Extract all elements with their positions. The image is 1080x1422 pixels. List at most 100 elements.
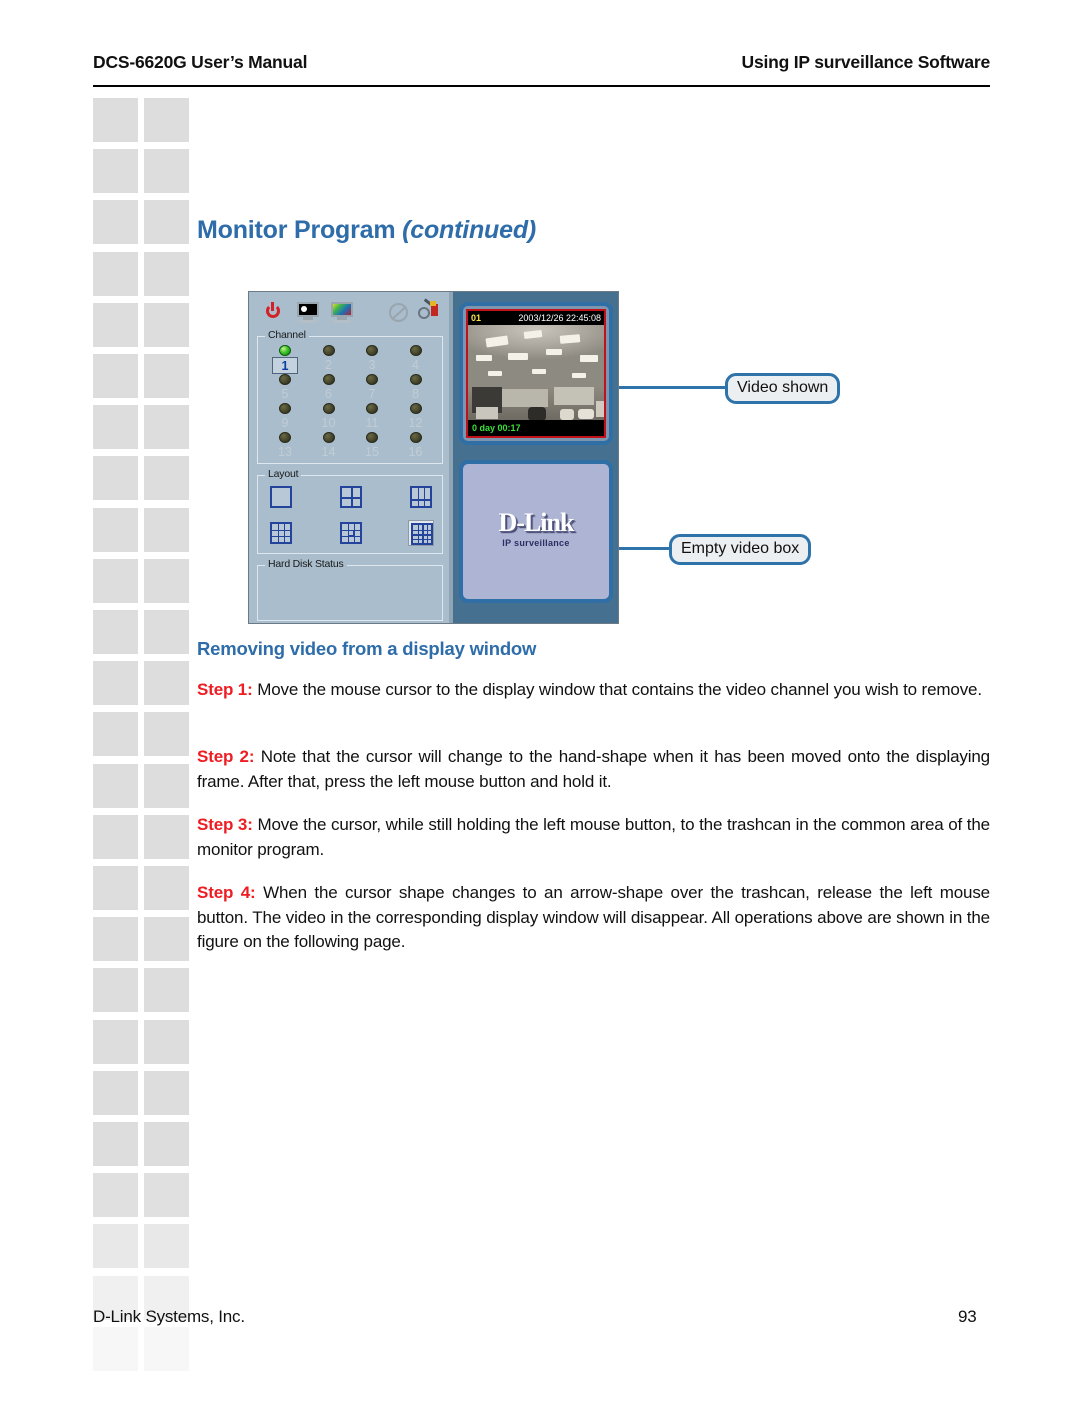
step-text-4: When the cursor shape changes to an arro… [197,883,990,951]
channel-number-label: 8 [412,387,419,401]
decorative-square [144,968,189,1013]
decorative-square [93,1378,138,1422]
video-timestamp: 2003/12/26 22:45:08 [518,313,601,323]
step-text-2: Note that the cursor will change to the … [197,747,990,791]
monochrome-monitor-icon[interactable] [296,301,320,325]
channel-button-14[interactable]: 14 [308,432,350,461]
decorative-square [144,661,189,706]
decorative-square [93,98,138,142]
layout-button-4[interactable] [338,484,364,510]
tools-icon[interactable] [417,298,441,325]
channel-led-icon [322,403,335,414]
video-display-window-2-empty[interactable]: D-Link IP surveillance [459,460,613,603]
layout-button-1plus3[interactable] [408,484,434,510]
monitor-screen [297,302,319,317]
decorative-square [144,1122,189,1166]
step-paragraph-4: Step 4: When the cursor shape changes to… [197,881,990,955]
decorative-square [144,1173,189,1218]
channel-button-3[interactable]: 3 [351,345,393,374]
channel-number-label: 3 [368,358,376,372]
decorative-square [93,712,138,757]
control-pane: Channel 1 2 3 4 5 6 7 8 9 10 11 12 13 14 15 16 Layout H… [249,292,449,623]
page-title: Monitor Program (continued) [197,216,536,245]
step-text-1: Move the mouse cursor to the display win… [252,680,982,699]
channel-button-11[interactable]: 11 [351,403,393,432]
decorative-square [93,354,138,398]
decorative-square [144,917,189,962]
channel-button-13[interactable]: 13 [264,432,306,461]
channel-led-icon [322,345,335,356]
power-icon[interactable] [262,301,286,325]
page-header: DCS-6620G User’s Manual Using IP surveil… [93,52,990,88]
video-display-window-1[interactable]: 01 2003/12/26 22:45:08 0 day 00:17 [459,302,613,445]
callout-line-video-shown [619,386,731,389]
video-image [468,325,604,421]
channel-button-8[interactable]: 8 [395,374,437,403]
tools-circle [418,307,430,319]
decorative-square [93,1326,138,1371]
layout-group-title: Layout [265,468,302,480]
channel-button-12[interactable]: 12 [395,403,437,432]
channel-group: Channel 1 2 3 4 5 6 7 8 9 10 11 12 13 14 15 16 [257,329,443,464]
step-paragraph-1: Step 1: Move the mouse cursor to the dis… [197,678,990,703]
decorative-square [144,763,189,808]
channel-led-icon [279,432,291,443]
decorative-square [144,354,189,398]
app-toolbar [259,298,444,327]
decorative-square [93,866,138,910]
channel-button-7[interactable]: 7 [351,374,393,403]
decorative-square [93,1122,138,1166]
decorative-square [144,1378,189,1422]
monitor-screen [331,302,353,317]
layout-icon [410,486,432,508]
channel-button-6[interactable]: 6 [308,374,350,403]
channel-button-10[interactable]: 10 [308,403,350,432]
channel-led-icon [409,403,422,414]
footer-company: D-Link Systems, Inc. [93,1307,245,1326]
channel-button-9[interactable]: 9 [264,403,306,432]
channel-button-15[interactable]: 15 [351,432,393,461]
decorative-square [93,968,138,1013]
channel-number-label: 9 [281,416,289,430]
decorative-square [144,558,189,603]
decorative-square [144,507,189,552]
decorative-square [93,251,138,296]
channel-led-icon [366,403,378,414]
channel-led-icon [409,345,422,356]
ip-surveillance-app-window: Channel 1 2 3 4 5 6 7 8 9 10 11 12 13 14 15 16 Layout H… [248,291,619,624]
layout-button-16[interactable] [408,520,434,546]
decorative-square [93,1173,138,1218]
layout-button-1[interactable] [268,484,294,510]
color-monitor-icon[interactable] [330,301,354,325]
decorative-square [144,610,189,654]
channel-led-icon [366,345,378,356]
video-display-pane: 01 2003/12/26 22:45:08 0 day 00:17 D-Lin… [453,292,618,623]
monitor-base [333,320,351,323]
header-divider-rule [93,85,990,87]
channel-button-5[interactable]: 5 [264,374,306,403]
decorative-square [144,1224,189,1269]
hard-disk-status-group: Hard Disk Status [257,558,443,621]
decorative-square [93,507,138,552]
channel-button-4[interactable]: 4 [395,345,437,374]
dlink-logo: D-Link IP surveillance [498,507,575,548]
dlink-logo-name: D-Link [498,507,575,537]
layout-button-9[interactable] [268,520,294,546]
channel-led-icon [279,374,291,385]
decorative-square [93,200,138,245]
channel-button-16[interactable]: 16 [395,432,437,461]
layout-button-6[interactable] [338,520,364,546]
channel-number-label: 12 [408,416,423,430]
channel-led-icon [409,374,422,385]
channel-button-2[interactable]: 2 [308,345,350,374]
decorative-square [93,302,138,347]
decorative-square-pattern [0,0,220,1397]
video-frame: 01 2003/12/26 22:45:08 0 day 00:17 [466,309,606,438]
channel-number-label: 15 [365,445,379,459]
page-title-main: Monitor Program [197,216,403,244]
channel-led-icon [366,374,378,385]
footer-page-number: 93 [958,1307,977,1326]
figure-monitor-program: Channel 1 2 3 4 5 6 7 8 9 10 11 12 13 14 15 16 Layout H… [248,291,848,626]
channel-button-1[interactable]: 1 [264,345,306,374]
decorative-square [144,405,189,450]
